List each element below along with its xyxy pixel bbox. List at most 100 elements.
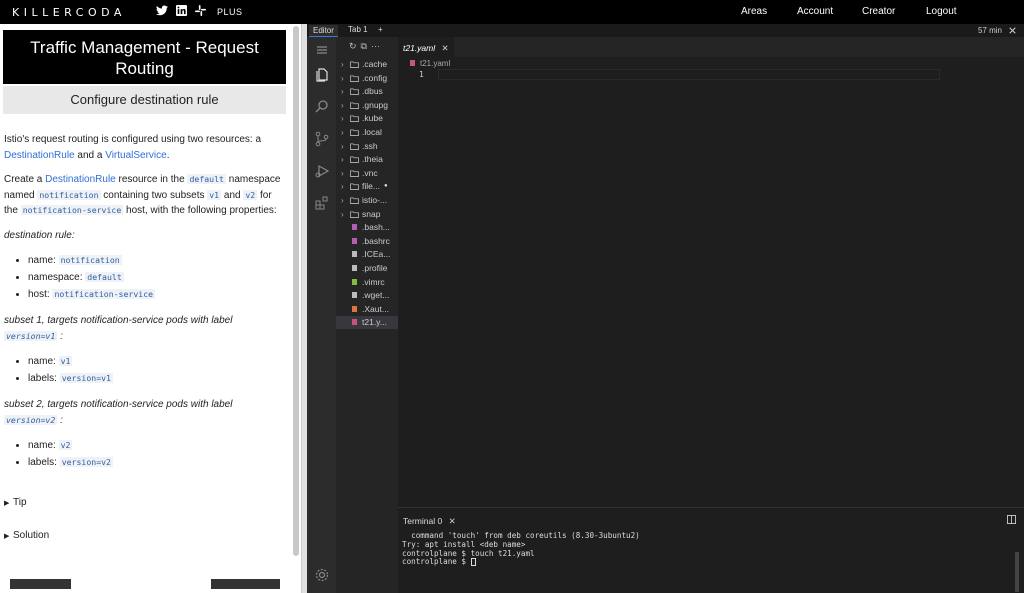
- scenario-title: Traffic Management - Request Routing: [3, 30, 286, 84]
- explorer-file[interactable]: .bash...: [336, 221, 398, 234]
- scenario-scrollbar[interactable]: [293, 26, 299, 556]
- explorer-item-label: t21.y...: [362, 317, 387, 328]
- inline-code[interactable]: v2: [58, 440, 73, 450]
- inline-code[interactable]: v1: [58, 356, 73, 366]
- inline-code[interactable]: notification-service: [52, 289, 156, 299]
- step-content: Istio's request routing is configured us…: [4, 132, 288, 544]
- tab-1[interactable]: Tab 1: [348, 25, 368, 34]
- solution-toggle[interactable]: ▶ Solution: [4, 528, 288, 545]
- terminal-panel: Terminal 0 ✕ command 'touch' from deb co…: [398, 507, 1024, 593]
- inline-code[interactable]: default: [85, 272, 124, 282]
- chevron-right-icon: ›: [341, 73, 344, 83]
- source-control-icon[interactable]: [314, 131, 330, 147]
- explorer-folder[interactable]: › .vnc: [336, 167, 398, 180]
- slack-icon[interactable]: [195, 5, 206, 16]
- explorer-file[interactable]: .vimrc: [336, 276, 398, 289]
- folder-icon: [350, 115, 359, 123]
- explorer-folder[interactable]: › .cache: [336, 58, 398, 71]
- inline-code[interactable]: v2: [243, 189, 258, 200]
- inline-code[interactable]: notification: [37, 189, 101, 200]
- plus-link[interactable]: PLUS: [217, 7, 243, 17]
- chevron-right-icon: ›: [341, 100, 344, 110]
- nav-logout[interactable]: Logout: [926, 6, 957, 17]
- search-icon[interactable]: [314, 98, 330, 114]
- inline-code[interactable]: version=v1: [4, 330, 58, 341]
- inline-code[interactable]: version=v2: [4, 414, 58, 425]
- folder-icon: [350, 156, 359, 164]
- explorer-folder[interactable]: › .ssh: [336, 140, 398, 153]
- intro-paragraph: Istio's request routing is configured us…: [4, 134, 262, 161]
- settings-gear-icon[interactable]: [314, 567, 330, 583]
- inline-code[interactable]: notification: [58, 255, 122, 265]
- chevron-right-icon: ›: [341, 60, 344, 69]
- terminal-tab[interactable]: Terminal 0 ✕: [403, 516, 456, 527]
- editor-text-area[interactable]: [438, 69, 940, 80]
- explorer-item-label: istio-...: [362, 195, 388, 205]
- linkedin-icon[interactable]: [176, 5, 187, 16]
- close-icon[interactable]: ✕: [442, 43, 449, 53]
- split-terminal-icon[interactable]: [1007, 515, 1016, 524]
- explorer-file[interactable]: .wget...: [336, 289, 398, 302]
- inline-code[interactable]: version=v2: [59, 457, 113, 467]
- explorer-item-label: .bashrc: [362, 235, 390, 246]
- explorer-folder[interactable]: › istio-...: [336, 194, 398, 207]
- explorer-toolbar: ↻ ⧉ ···: [349, 41, 380, 52]
- explorer-file[interactable]: .ICEa...: [336, 248, 398, 261]
- tip-toggle[interactable]: ▶ Tip: [4, 495, 288, 512]
- next-button[interactable]: [211, 579, 280, 589]
- explorer-folder[interactable]: › file... ●: [336, 180, 398, 193]
- explorer-file[interactable]: .bashrc: [336, 235, 398, 248]
- file-explorer: ↻ ⧉ ··· › .cache › .config › .dbus › .gnupg › .ku…: [336, 37, 398, 593]
- terminal-output[interactable]: command 'touch' from deb coreutils (8.30…: [402, 531, 640, 567]
- terminal-scrollbar[interactable]: [1015, 552, 1019, 592]
- more-actions-icon[interactable]: ···: [371, 41, 380, 52]
- inline-code[interactable]: v1: [207, 189, 222, 200]
- file-icon: [352, 224, 357, 231]
- destinationrule-doc-link[interactable]: DestinationRule: [45, 174, 116, 185]
- virtualservice-link[interactable]: VirtualService: [105, 150, 167, 161]
- nav-account[interactable]: Account: [797, 6, 833, 17]
- explorer-folder[interactable]: › .gnupg: [336, 99, 398, 112]
- file-icon: [352, 305, 357, 312]
- social-links: [156, 5, 206, 16]
- explorer-item-label: file...: [362, 181, 380, 192]
- menu-icon[interactable]: [314, 42, 330, 58]
- inline-code[interactable]: default: [187, 174, 226, 184]
- explorer-item-label: .config: [362, 72, 388, 83]
- folder-icon: [350, 211, 359, 218]
- collapse-all-icon[interactable]: ⧉: [361, 41, 367, 52]
- dr-heading: destination rule:: [4, 229, 75, 241]
- destinationrule-link[interactable]: DestinationRule: [4, 150, 75, 161]
- explorer-file[interactable]: .Xaut...: [336, 303, 398, 316]
- explorer-folder[interactable]: › .config: [336, 72, 398, 85]
- chevron-right-icon: ›: [341, 87, 344, 97]
- add-tab-button[interactable]: +: [378, 25, 383, 34]
- caret-right-icon: ▶: [4, 500, 10, 507]
- extensions-icon[interactable]: [314, 195, 330, 211]
- nav-areas[interactable]: Areas: [741, 6, 767, 17]
- previous-button[interactable]: [10, 579, 71, 589]
- chevron-right-icon: ›: [341, 168, 344, 178]
- killercoda-logo[interactable]: KILLERCODA: [12, 6, 126, 19]
- inline-code[interactable]: notification-service: [20, 205, 124, 215]
- close-icon[interactable]: ✕: [449, 516, 456, 526]
- run-debug-icon[interactable]: [314, 163, 330, 179]
- explorer-file[interactable]: .profile: [336, 262, 398, 275]
- chevron-right-icon: ›: [341, 196, 344, 205]
- explorer-folder[interactable]: › .kube: [336, 112, 398, 125]
- close-icon[interactable]: [1009, 27, 1016, 34]
- tab-editor[interactable]: Editor: [309, 25, 338, 37]
- list-item: name: v1: [28, 353, 288, 370]
- twitter-icon[interactable]: [156, 5, 168, 16]
- explorer-folder[interactable]: › snap: [336, 208, 398, 221]
- refresh-icon[interactable]: ↻: [349, 41, 357, 52]
- nav-creator[interactable]: Creator: [862, 6, 895, 17]
- explorer-icon[interactable]: [314, 67, 330, 83]
- explorer-file[interactable]: t21.y...: [336, 316, 398, 330]
- explorer-folder[interactable]: › .local: [336, 126, 398, 139]
- explorer-folder[interactable]: › .dbus: [336, 85, 398, 98]
- explorer-folder[interactable]: › .theia: [336, 153, 398, 166]
- inline-code[interactable]: version=v1: [59, 373, 113, 383]
- editor-tab-t21-yaml[interactable]: t21.yaml ✕: [398, 37, 454, 57]
- folder-icon: [350, 197, 359, 204]
